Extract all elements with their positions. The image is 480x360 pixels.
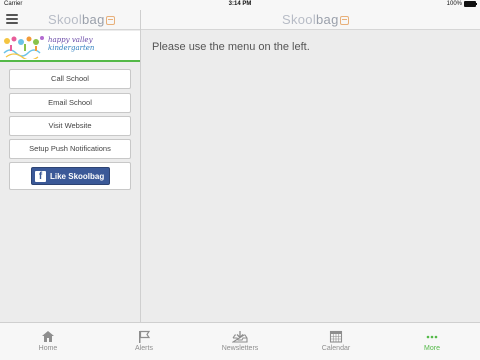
tab-bar: Home Alerts Newsletters Calendar More (0, 322, 480, 360)
tab-home[interactable]: Home (0, 323, 96, 360)
main-nav-bar: Skool bag (141, 10, 480, 30)
clock: 3:14 PM (228, 1, 252, 7)
visit-website-button[interactable]: Visit Website (9, 116, 131, 136)
app-logo: Skool bag (282, 12, 349, 27)
sidebar: happy valley kindergarten Call School Em… (0, 31, 140, 322)
home-icon (42, 331, 54, 342)
calendar-icon (329, 330, 343, 343)
facebook-like-label: Like Skoolbag (50, 171, 105, 181)
download-tray-icon (232, 331, 248, 343)
school-logo (3, 36, 44, 59)
tab-calendar[interactable]: Calendar (288, 323, 384, 360)
school-name: happy valley kindergarten (48, 36, 95, 52)
tab-more[interactable]: More (384, 323, 480, 360)
battery-indicator: 100% (446, 1, 477, 7)
battery-percent: 100% (446, 1, 462, 7)
main-content: Please use the menu on the left. (141, 31, 480, 322)
push-notifications-button[interactable]: Setup Push Notifications (9, 139, 131, 159)
bag-icon (105, 16, 115, 25)
call-school-button[interactable]: Call School (9, 69, 131, 89)
sidebar-nav-bar: Skool bag (0, 10, 140, 30)
facebook-like-button[interactable]: f Like Skoolbag (31, 167, 110, 185)
placeholder-message: Please use the menu on the left. (152, 41, 310, 53)
bag-icon (339, 16, 349, 25)
flag-icon (139, 330, 151, 343)
status-bar: Carrier 3:14 PM 100% (0, 0, 480, 10)
email-school-button[interactable]: Email School (9, 93, 131, 113)
app-logo: Skool bag (48, 12, 115, 27)
facebook-like-panel: f Like Skoolbag (9, 162, 131, 190)
menu-icon[interactable] (6, 14, 18, 25)
tab-newsletters[interactable]: Newsletters (192, 323, 288, 360)
tab-alerts[interactable]: Alerts (96, 323, 192, 360)
facebook-icon: f (35, 170, 46, 182)
more-dots-icon (426, 335, 438, 339)
school-banner: happy valley kindergarten (0, 31, 140, 62)
battery-icon (464, 1, 477, 7)
